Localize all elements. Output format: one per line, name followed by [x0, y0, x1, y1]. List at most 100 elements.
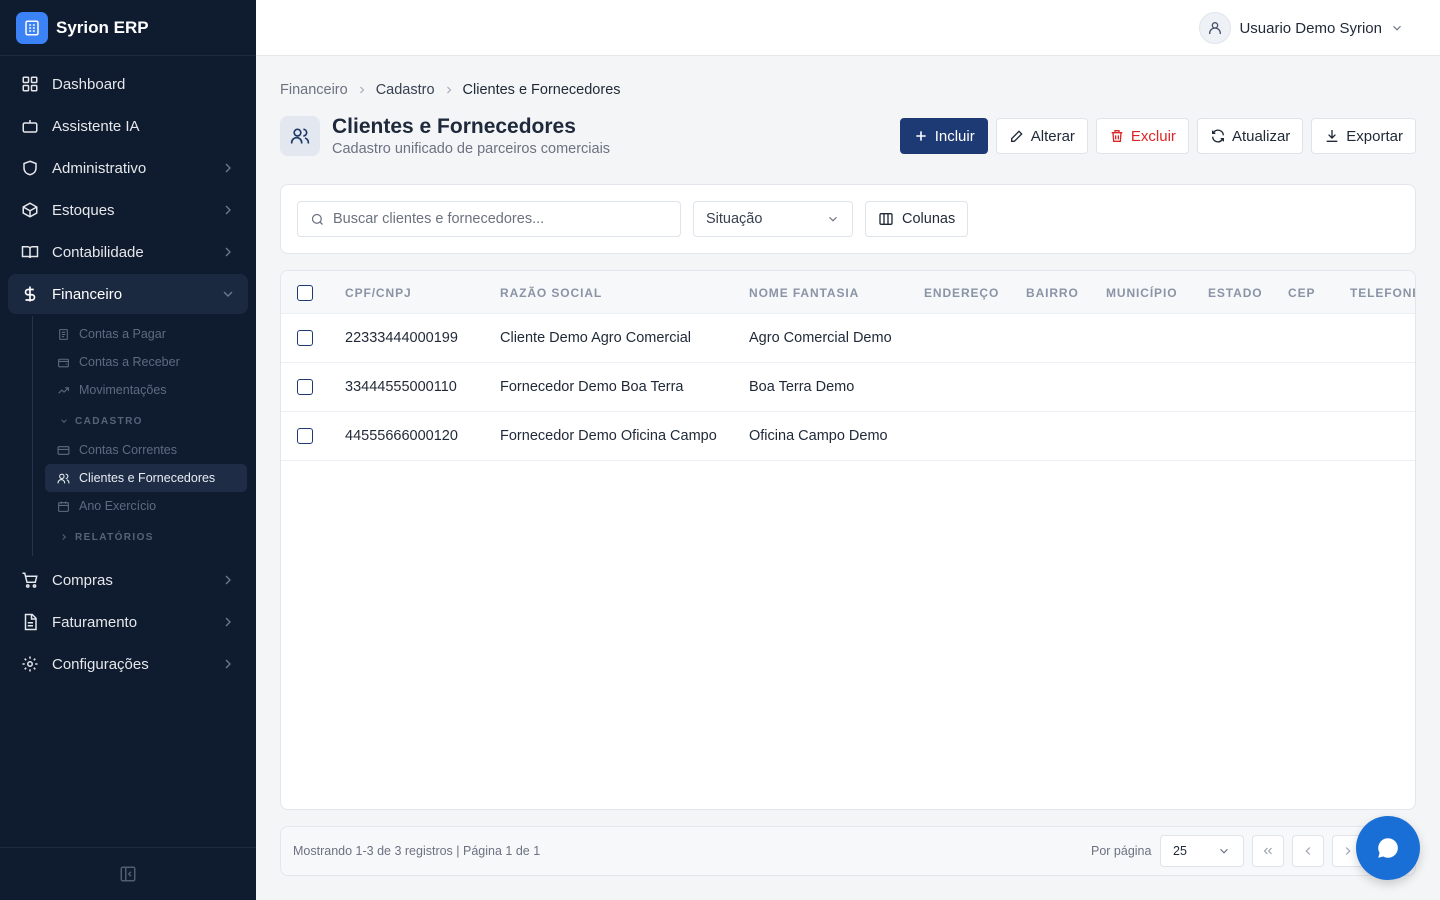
- table-header: CPF/CNPJ Razão Social Nome Fantasia Ende…: [281, 271, 1415, 314]
- table-row[interactable]: 44555666000120 Fornecedor Demo Oficina C…: [281, 412, 1415, 461]
- first-page-button[interactable]: [1252, 835, 1284, 867]
- row-checkbox[interactable]: [297, 330, 313, 346]
- chevron-right-icon: [220, 572, 236, 588]
- sidebar-subitem-label: Contas Correntes: [79, 443, 177, 457]
- sidebar-subitem-contas-a-receber[interactable]: Contas a Receber: [45, 348, 247, 376]
- toolbar: Incluir Alterar Excluir Atualizar Export…: [899, 118, 1416, 154]
- cell-razao-social: Fornecedor Demo Boa Terra: [500, 379, 684, 395]
- sidebar-group-relatorios[interactable]: RELATÓRIOS: [45, 522, 248, 552]
- sidebar-item-contabilidade[interactable]: Contabilidade: [8, 232, 248, 272]
- search-icon: [310, 212, 325, 227]
- col-header-razao-social[interactable]: Razão Social: [500, 271, 602, 314]
- sidebar-subitem-movimentacoes[interactable]: Movimentações: [45, 376, 247, 404]
- chevron-left-icon: [1301, 844, 1315, 858]
- calendar-icon: [57, 499, 71, 513]
- sidebar-item-label: Dashboard: [52, 75, 126, 93]
- sidebar-subitem-contas-correntes[interactable]: Contas Correntes: [45, 436, 247, 464]
- brand[interactable]: Syrion ERP: [0, 0, 256, 56]
- user-menu[interactable]: Usuario Demo Syrion: [1199, 12, 1404, 44]
- col-header-estado[interactable]: Estado: [1208, 271, 1263, 314]
- col-header-municipio[interactable]: Município: [1106, 271, 1177, 314]
- wallet-icon: [57, 355, 71, 369]
- invoice-icon: [20, 612, 40, 632]
- chevron-right-icon: [443, 84, 455, 96]
- panel-collapse-icon: [119, 865, 137, 883]
- situacao-select[interactable]: Situação: [693, 201, 853, 237]
- sidebar-subitem-ano-exercicio[interactable]: Ano Exercício: [45, 492, 247, 520]
- financeiro-submenu: Contas a Pagar Contas a Receber Moviment…: [32, 316, 248, 556]
- chevron-down-icon: [826, 212, 840, 226]
- sidebar-item-estoques[interactable]: Estoques: [8, 190, 248, 230]
- box-icon: [20, 200, 40, 220]
- sidebar-item-assistente-ia[interactable]: Assistente IA: [8, 106, 248, 146]
- breadcrumb-current: Clientes e Fornecedores: [462, 82, 621, 98]
- incluir-button[interactable]: Incluir: [899, 118, 988, 154]
- breadcrumb-cadastro[interactable]: Cadastro: [376, 82, 435, 98]
- sidebar-item-dashboard[interactable]: Dashboard: [8, 64, 248, 104]
- dashboard-icon: [20, 74, 40, 94]
- sidebar-item-compras[interactable]: Compras: [8, 560, 248, 600]
- sidebar-item-label: Compras: [52, 571, 113, 589]
- sidebar-group-cadastro[interactable]: CADASTRO: [45, 406, 248, 436]
- chevron-right-icon: [220, 656, 236, 672]
- sidebar-subitem-clientes-e-fornecedores[interactable]: Clientes e Fornecedores: [45, 464, 247, 492]
- sidebar-item-label: Faturamento: [52, 613, 138, 631]
- table-row[interactable]: 22333444000199 Cliente Demo Agro Comerci…: [281, 314, 1415, 363]
- chevron-right-icon: [220, 614, 236, 630]
- user-icon: [1199, 12, 1232, 44]
- shield-icon: [20, 158, 40, 178]
- sidebar-collapse-button[interactable]: [0, 847, 256, 900]
- pencil-icon: [1009, 128, 1025, 144]
- col-header-endereco[interactable]: Endereço: [924, 271, 999, 314]
- search-input[interactable]: [333, 211, 663, 227]
- col-header-cep[interactable]: CEP: [1288, 271, 1315, 314]
- row-checkbox[interactable]: [297, 428, 313, 444]
- prev-page-button[interactable]: [1292, 835, 1324, 867]
- sidebar-item-faturamento[interactable]: Faturamento: [8, 602, 248, 642]
- excluir-button[interactable]: Excluir: [1095, 118, 1189, 154]
- cart-icon: [20, 570, 40, 590]
- sidebar-subitem-label: Ano Exercício: [79, 499, 157, 513]
- sidebar-nav: Dashboard Assistente IA Administrativo E…: [0, 56, 256, 684]
- alterar-label: Alterar: [1030, 127, 1075, 145]
- sidebar: Syrion ERP Dashboard Assistente IA Admin…: [0, 0, 256, 900]
- sidebar-item-label: Estoques: [52, 201, 115, 219]
- sidebar-item-administrativo[interactable]: Administrativo: [8, 148, 248, 188]
- per-page-select[interactable]: 25: [1160, 835, 1244, 867]
- topbar: Usuario Demo Syrion: [256, 0, 1440, 56]
- exportar-button[interactable]: Exportar: [1311, 118, 1416, 154]
- cell-cpf-cnpj: 33444555000110: [345, 379, 457, 395]
- search-box[interactable]: [297, 201, 681, 237]
- users-icon: [57, 471, 71, 485]
- chat-bubble-icon: [1375, 835, 1401, 861]
- colunas-label: Colunas: [902, 211, 956, 227]
- sidebar-item-label: Contabilidade: [52, 243, 144, 261]
- sidebar-subitem-label: Contas a Pagar: [79, 327, 166, 341]
- trash-icon: [1109, 128, 1125, 144]
- chat-button[interactable]: [1356, 816, 1420, 880]
- chevron-down-icon: [59, 416, 69, 426]
- chevron-right-icon: [220, 244, 236, 260]
- table-row[interactable]: 33444555000110 Fornecedor Demo Boa Terra…: [281, 363, 1415, 412]
- atualizar-button[interactable]: Atualizar: [1196, 118, 1304, 154]
- col-header-cpf-cnpj[interactable]: CPF/CNPJ: [345, 271, 412, 314]
- sidebar-subitem-contas-a-pagar[interactable]: Contas a Pagar: [45, 320, 247, 348]
- breadcrumb-financeiro[interactable]: Financeiro: [280, 82, 348, 98]
- sidebar-item-configuracoes[interactable]: Configurações: [8, 644, 248, 684]
- refresh-icon: [1210, 128, 1226, 144]
- colunas-button[interactable]: Colunas: [865, 201, 969, 237]
- row-checkbox[interactable]: [297, 379, 313, 395]
- col-header-nome-fantasia[interactable]: Nome Fantasia: [749, 271, 859, 314]
- sidebar-subitem-label: Movimentações: [79, 383, 167, 397]
- chevron-right-icon: [220, 160, 236, 176]
- columns-icon: [878, 211, 894, 227]
- alterar-button[interactable]: Alterar: [995, 118, 1088, 154]
- col-header-bairro[interactable]: Bairro: [1026, 271, 1079, 314]
- filter-bar: Situação Colunas: [280, 184, 1416, 254]
- app-name: Syrion ERP: [56, 17, 149, 37]
- sidebar-item-financeiro[interactable]: Financeiro: [8, 274, 248, 314]
- col-header-telefone[interactable]: Telefone: [1350, 271, 1415, 314]
- chevron-right-icon: [356, 84, 368, 96]
- chevron-right-icon: [1341, 844, 1355, 858]
- select-all-checkbox[interactable]: [297, 284, 313, 301]
